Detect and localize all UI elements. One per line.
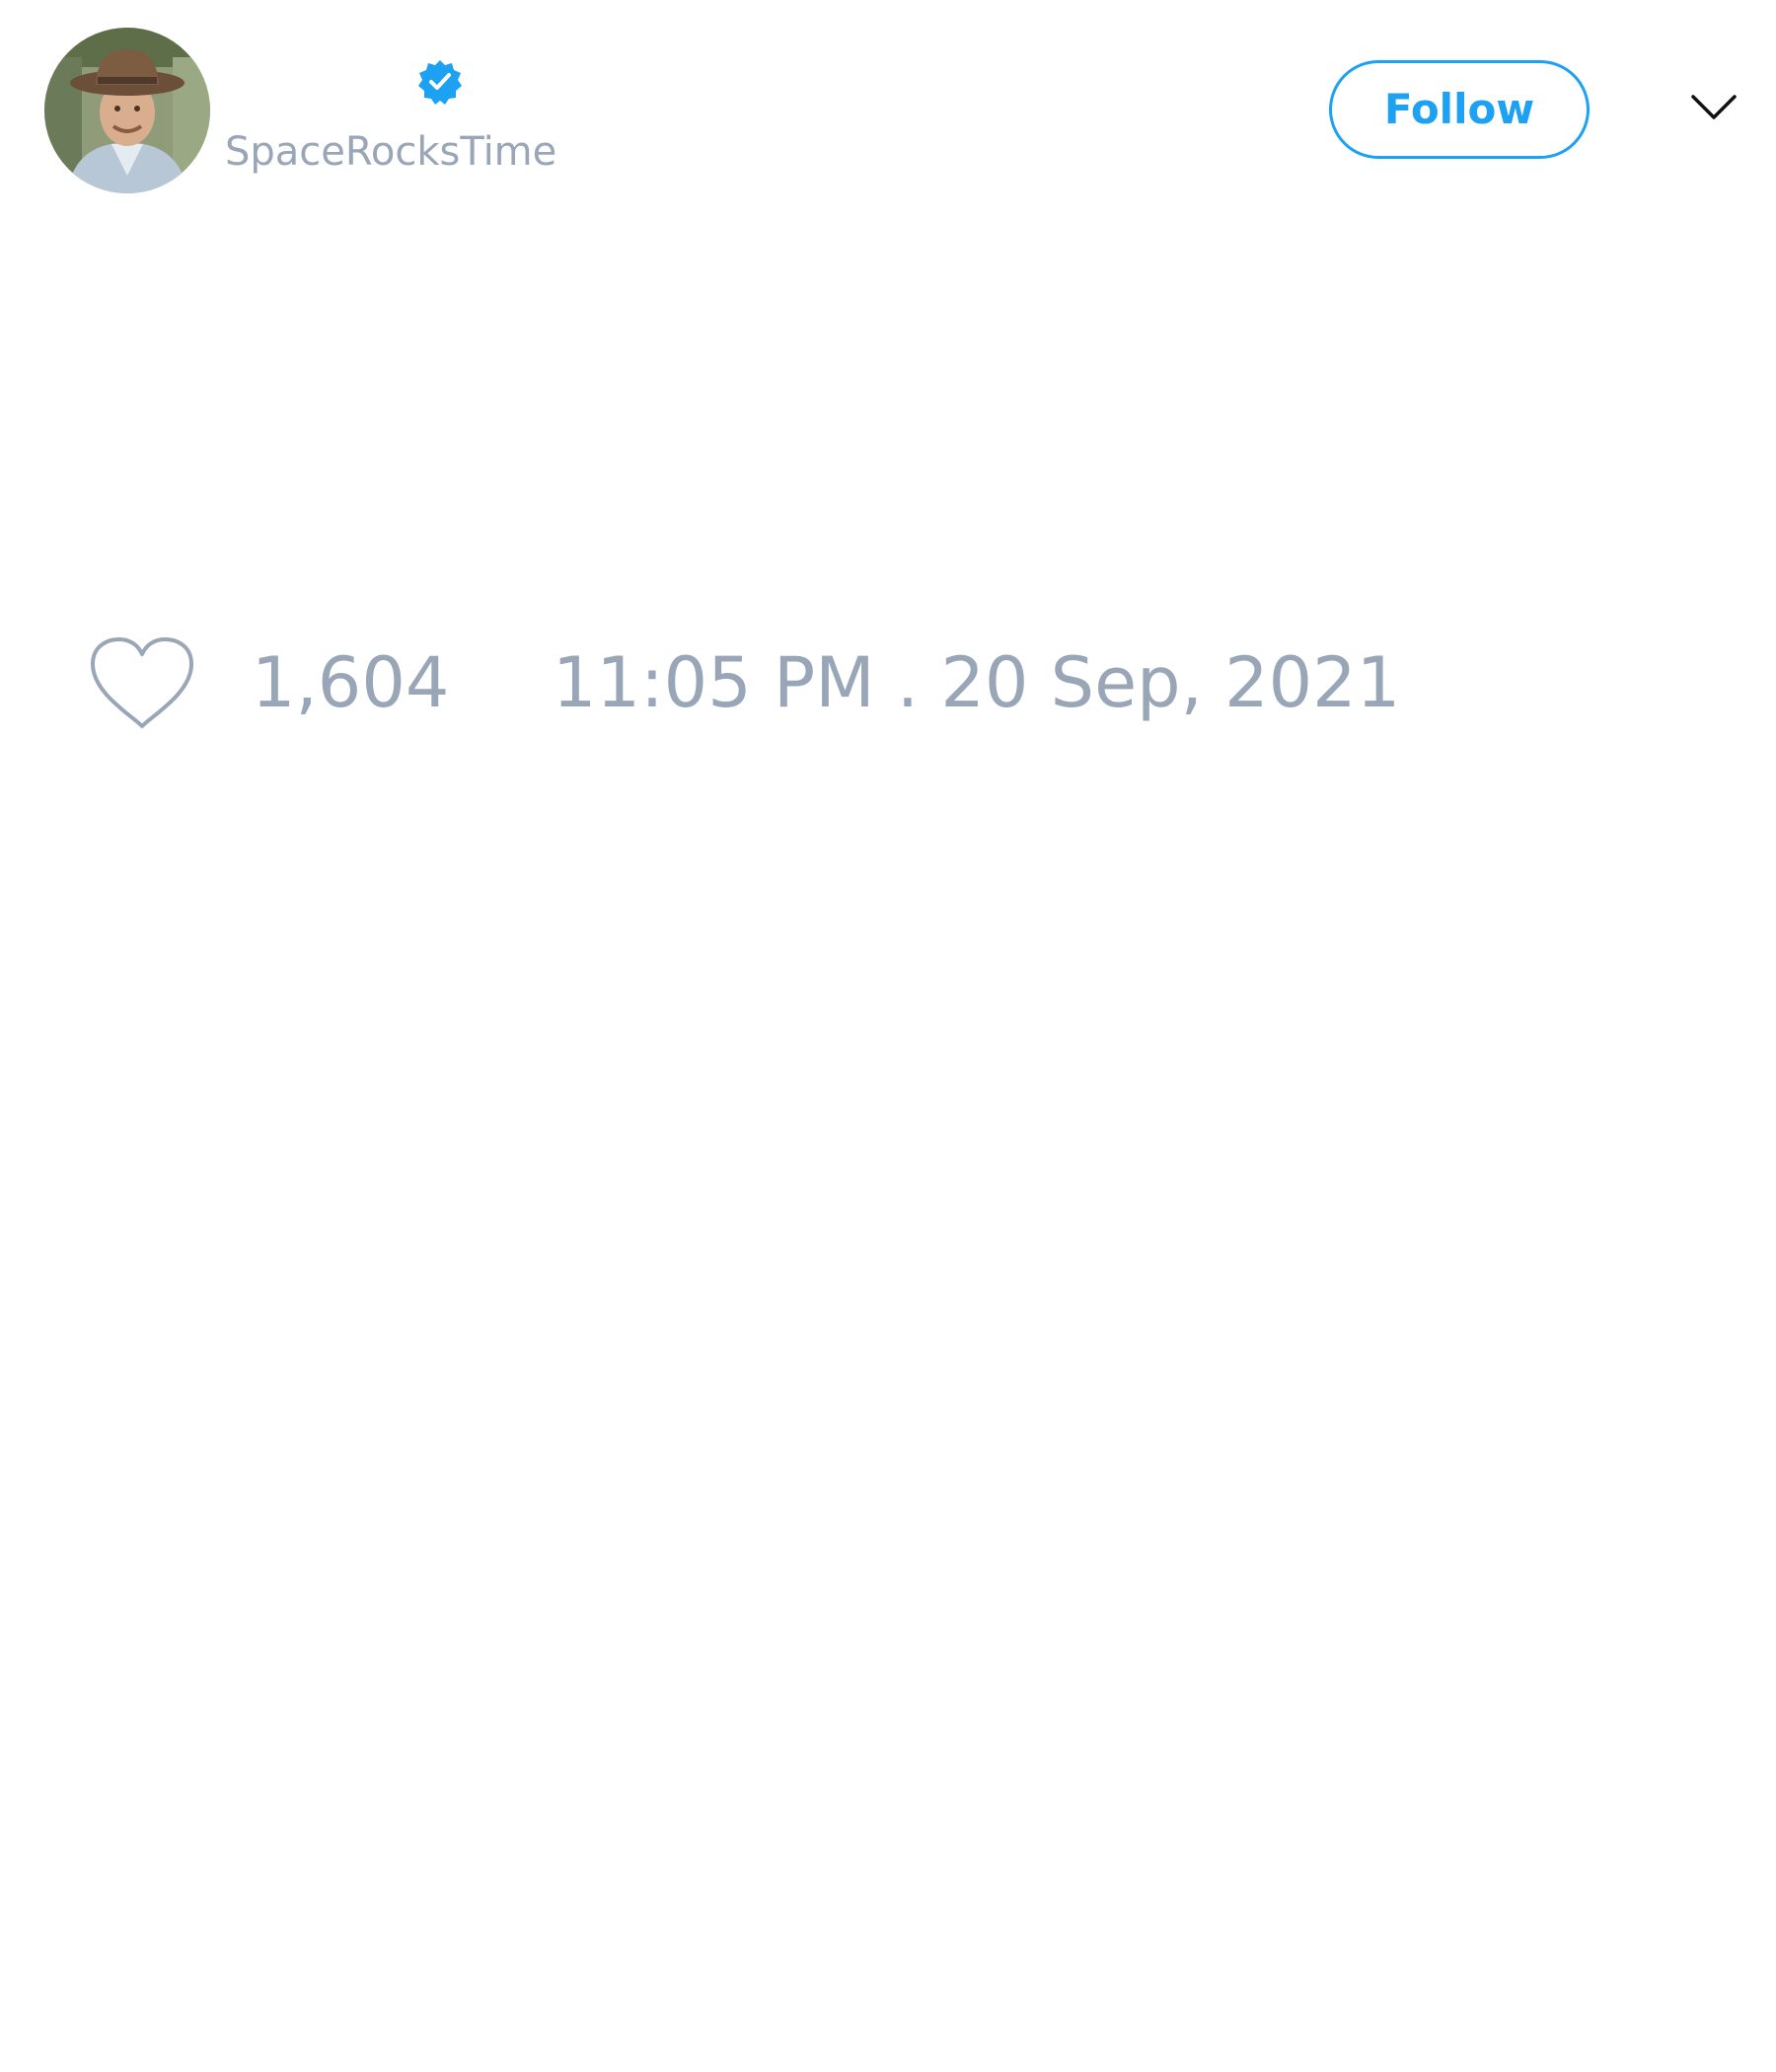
chevron-down-icon (1691, 95, 1737, 119)
follow-button[interactable]: Follow (1329, 60, 1590, 159)
avatar-photo (44, 28, 210, 193)
more-options-button[interactable] (1689, 91, 1739, 124)
avatar[interactable] (44, 28, 210, 193)
verified-badge-icon (416, 58, 464, 106)
heart-icon[interactable] (89, 635, 195, 730)
author-handle[interactable]: SpaceRocksTime (225, 125, 556, 179)
follow-label: Follow (1383, 85, 1535, 133)
tweet-card: SpaceRocksTime Follow 1,604 11:05 PM . 2… (0, 0, 1776, 2072)
like-count: 1,604 (252, 642, 450, 723)
tweet-timestamp[interactable]: 11:05 PM . 20 Sep, 2021 (553, 641, 1400, 724)
